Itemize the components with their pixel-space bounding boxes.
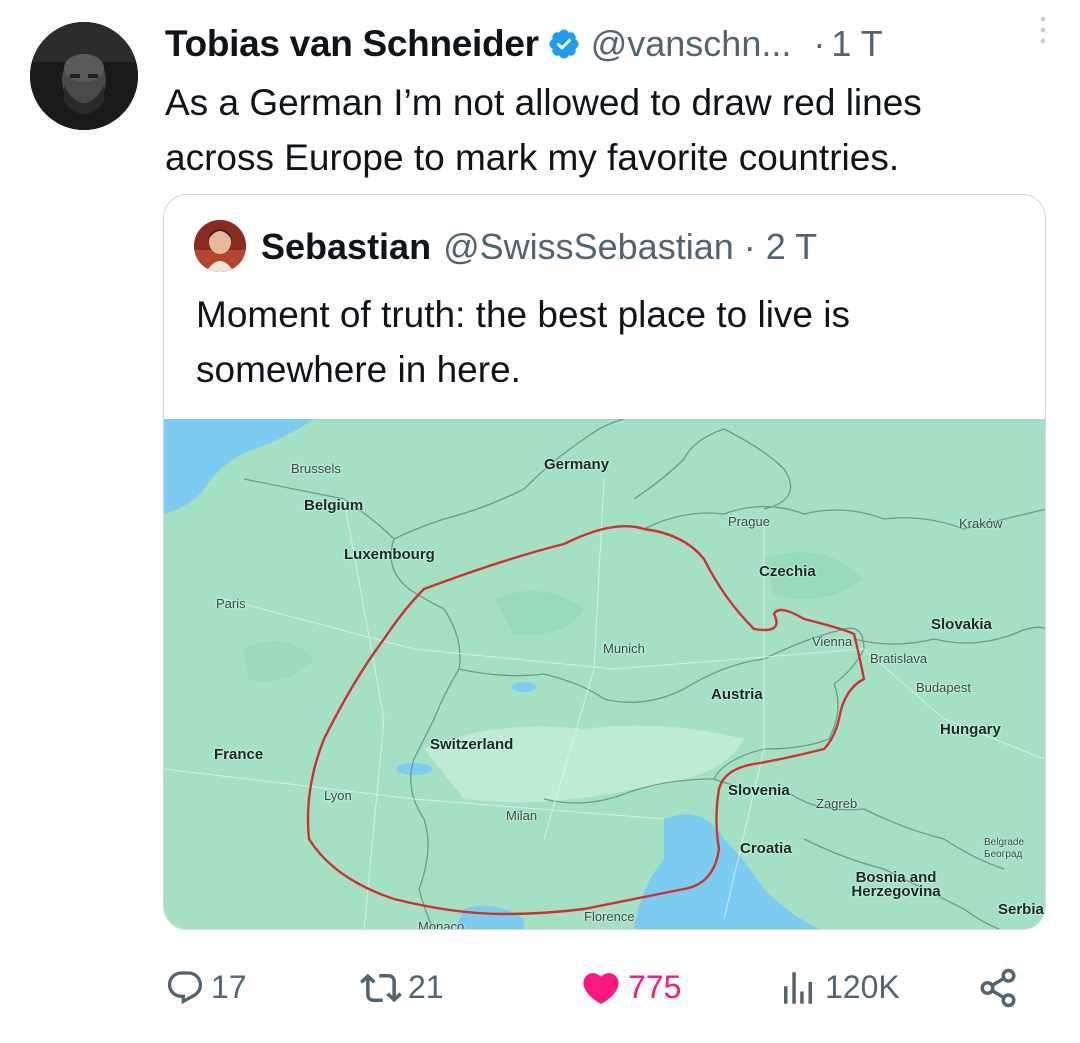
retweet-icon — [360, 973, 402, 1002]
share-icon — [980, 968, 1016, 1007]
map-label-france: France — [214, 746, 264, 763]
map-label-belgium: Belgium — [304, 497, 364, 514]
quote-author-avatar[interactable] — [194, 220, 246, 272]
map-label-brussels: Brussels — [291, 461, 341, 476]
map-label-czechia: Czechia — [759, 563, 816, 580]
tweet-time[interactable]: 1 T — [831, 23, 882, 65]
views-count: 120K — [825, 969, 900, 1005]
map-label-serbia: Serbia — [998, 901, 1044, 918]
map-label-florence: Florence — [584, 909, 635, 924]
map-label-lyon: Lyon — [324, 788, 352, 803]
map-label-prague: Prague — [728, 514, 770, 529]
quote-time[interactable]: 2 T — [766, 226, 817, 268]
action-bar: 17 21 775 120K — [165, 955, 1035, 1020]
tweet[interactable]: Tobias van Schneider @vanschn... · 1 T A… — [0, 0, 1080, 1043]
reply-button[interactable]: 17 — [165, 955, 247, 1020]
views-icon — [784, 971, 812, 1004]
quote-author-handle[interactable]: @SwissSebastian — [443, 226, 734, 268]
reply-icon — [167, 970, 203, 1004]
map-label-slovakia: Slovakia — [931, 616, 992, 633]
map-label-germany: Germany — [544, 456, 610, 473]
quoted-tweet[interactable]: Sebastian @SwissSebastian · 2 T Moment o… — [163, 194, 1046, 930]
quote-avatar-photo-icon — [194, 220, 246, 272]
map-label-croatia: Croatia — [740, 840, 792, 857]
map-label-zagreb: Zagreb — [816, 796, 858, 811]
map-label-slovenia: Slovenia — [728, 782, 790, 799]
author-handle[interactable]: @vanschn... — [591, 23, 792, 65]
heart-icon — [583, 972, 619, 1004]
retweet-count: 21 — [408, 969, 444, 1005]
quote-header: Sebastian @SwissSebastian · 2 T — [261, 219, 817, 275]
map-label-switzerland: Switzerland — [430, 736, 514, 753]
map-image[interactable]: Germany Belgium Luxembourg Czechia Slova… — [164, 419, 1045, 930]
map-label-luxembourg: Luxembourg — [344, 546, 435, 563]
map-label-austria: Austria — [711, 686, 763, 703]
share-button[interactable] — [977, 955, 1019, 1020]
map-label-milan: Milan — [506, 808, 538, 823]
author-avatar[interactable] — [30, 22, 138, 130]
map-label-vienna: Vienna — [812, 634, 853, 649]
reply-count: 17 — [211, 969, 247, 1005]
verified-badge-icon[interactable] — [547, 27, 581, 61]
quote-time-separator: · — [743, 226, 756, 267]
author-name[interactable]: Tobias van Schneider — [165, 23, 539, 65]
map-label-krakow: Kraków — [959, 516, 1003, 531]
retweet-button[interactable]: 21 — [360, 955, 444, 1020]
map-label-belgrade: Belgrade — [984, 837, 1025, 848]
time-separator: · — [813, 23, 826, 64]
map-label-paris: Paris — [216, 596, 246, 611]
quote-text: Moment of truth: the best place to live … — [196, 294, 850, 390]
map-label-monaco: Monaco — [418, 919, 465, 930]
quote-author-name[interactable]: Sebastian — [261, 226, 431, 268]
tweet-header: Tobias van Schneider @vanschn... · 1 T — [165, 16, 1060, 72]
map-label-belgrade-cyrillic: Београд — [984, 849, 1023, 860]
tweet-text: As a German I’m not allowed to draw red … — [165, 82, 922, 178]
like-count: 775 — [628, 969, 682, 1005]
map-label-munich: Munich — [603, 641, 645, 656]
map-label-budapest: Budapest — [916, 680, 971, 695]
avatar-photo-icon — [30, 22, 138, 130]
map-label-bratislava: Bratislava — [870, 651, 928, 666]
map-label-hungary: Hungary — [940, 721, 1001, 738]
map-graphic — [164, 419, 1045, 929]
like-button[interactable]: 775 — [580, 955, 681, 1020]
more-vertical-icon[interactable] — [1030, 10, 1056, 50]
map-label-bosnia: Bosnia and Herzegovina — [851, 869, 941, 900]
views-button[interactable]: 120K — [777, 955, 900, 1020]
